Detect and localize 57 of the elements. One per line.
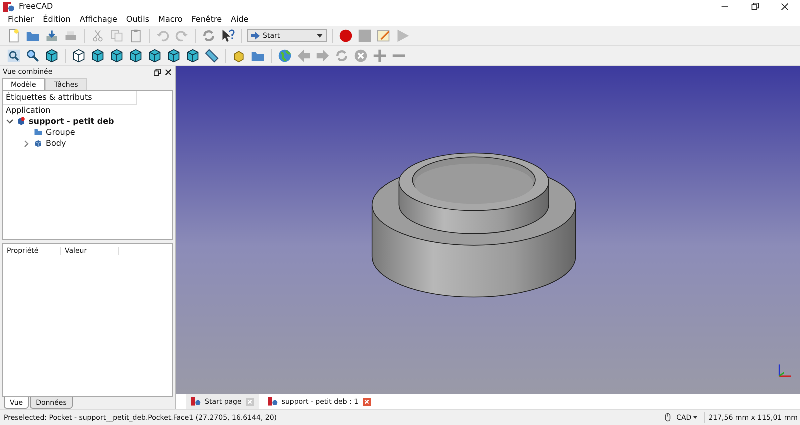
menu-item[interactable]: Affichage (76, 15, 122, 24)
stop-macro-icon[interactable] (358, 28, 372, 42)
back-arrow-icon[interactable] (297, 48, 311, 62)
stop-icon[interactable] (354, 48, 368, 62)
rear-view-icon[interactable] (148, 48, 162, 62)
front-view-icon[interactable] (91, 48, 105, 62)
menu-item[interactable]: Macro (154, 15, 187, 24)
cut-icon[interactable] (91, 28, 105, 42)
caret-icon (692, 416, 698, 419)
top-view-icon[interactable] (110, 48, 124, 62)
app-logo-icon (268, 397, 278, 406)
window-title: FreeCAD (19, 2, 54, 11)
menu-item[interactable]: Aide (227, 15, 253, 24)
folder-icon (34, 128, 43, 137)
forward-arrow-icon[interactable] (316, 48, 330, 62)
print-icon[interactable] (64, 28, 78, 42)
mouse-icon (664, 413, 671, 422)
edit-macro-icon[interactable] (377, 28, 391, 42)
column-header: Étiquettes & attributs (6, 93, 92, 102)
3d-viewport[interactable] (176, 66, 800, 394)
float-icon[interactable] (154, 68, 161, 76)
close-icon[interactable] (165, 68, 172, 76)
app-logo-icon (3, 2, 15, 12)
app-logo-icon (191, 397, 201, 406)
document-icon (17, 117, 26, 126)
tree-item[interactable]: Groupe (46, 128, 76, 137)
part-icon[interactable] (232, 48, 246, 62)
axonometric-view-icon[interactable] (72, 48, 86, 62)
save-icon[interactable] (45, 28, 59, 42)
tree-item[interactable]: Body (46, 139, 66, 148)
measure-icon[interactable] (205, 48, 219, 62)
refresh-icon[interactable] (202, 28, 216, 42)
menu-item[interactable]: Fenêtre (188, 15, 226, 24)
fit-all-icon[interactable] (7, 48, 21, 62)
arrow-icon (251, 32, 260, 40)
paste-icon[interactable] (129, 28, 143, 42)
web-globe-icon[interactable] (278, 48, 292, 62)
maximize-icon[interactable] (751, 2, 759, 10)
refresh-icon[interactable] (335, 48, 349, 62)
record-macro-icon[interactable] (339, 28, 353, 42)
menu-item[interactable]: Fichier (4, 15, 38, 24)
draw-style-icon[interactable] (45, 48, 59, 62)
new-file-icon[interactable] (7, 28, 21, 42)
bottom-view-icon[interactable] (167, 48, 181, 62)
whats-this-icon[interactable] (221, 28, 235, 42)
right-view-icon[interactable] (129, 48, 143, 62)
tree-item[interactable]: Application (6, 106, 51, 115)
close-icon[interactable] (781, 2, 789, 10)
menu-item[interactable]: Outils (122, 15, 154, 24)
zoom-selection-icon[interactable] (26, 48, 40, 62)
body-icon (34, 139, 43, 148)
zoom-in-icon[interactable] (373, 48, 387, 62)
tree-item[interactable]: support - petit deb (29, 117, 114, 126)
left-view-icon[interactable] (186, 48, 200, 62)
caret-icon (317, 34, 323, 38)
axis-cross-icon (776, 362, 794, 380)
menu-item[interactable]: Édition (39, 15, 75, 24)
